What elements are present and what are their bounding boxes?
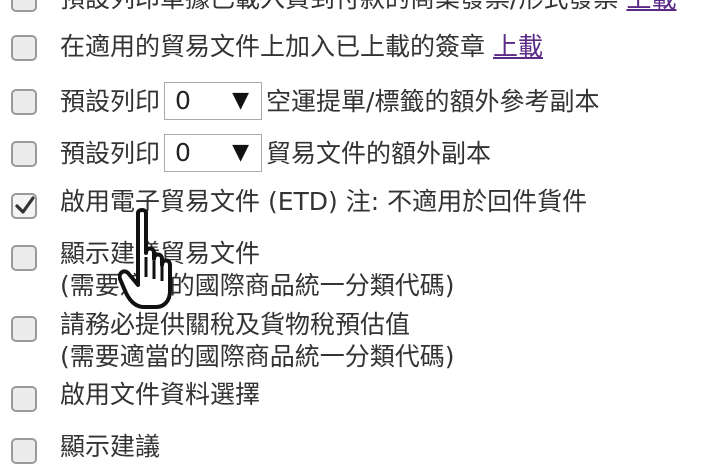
doc-data-selection-label: 啟用文件資料選擇 [60, 380, 261, 409]
trade-doc-copies-checkbox[interactable] [11, 141, 37, 167]
trade-doc-copies-select[interactable]: 0 ▼ [164, 134, 263, 172]
show-suggestions-checkbox[interactable] [11, 438, 37, 464]
airwaybill-copies-value: 0 [175, 86, 191, 115]
airwaybill-copies-select[interactable]: 0 ▼ [164, 82, 263, 120]
airwaybill-copies-checkbox[interactable] [11, 89, 37, 115]
suggest-trade-docs-checkbox[interactable] [11, 245, 37, 271]
duty-estimate-checkbox[interactable] [11, 316, 37, 342]
etd-checkbox[interactable] [11, 193, 37, 219]
signature-checkbox[interactable] [11, 35, 37, 61]
checkmark-icon [15, 196, 35, 214]
trade-doc-copies-label: 預設列印 0 ▼ 貿易文件的額外副本 [60, 134, 491, 174]
upload-invoice-checkbox[interactable] [11, 0, 37, 12]
upload-invoice-link[interactable]: 上載 [626, 0, 676, 13]
signature-upload-link[interactable]: 上載 [493, 32, 543, 61]
doc-data-selection-checkbox[interactable] [11, 386, 37, 412]
trade-doc-copies-value: 0 [175, 138, 191, 167]
hand-pointer-icon [118, 208, 172, 309]
chevron-down-icon: ▼ [232, 88, 250, 113]
chevron-down-icon: ▼ [232, 140, 250, 165]
airwaybill-copies-label: 預設列印 0 ▼ 空運提單/標籤的額外參考副本 [60, 82, 599, 122]
duty-estimate-line2: (需要適當的國際商品統一分類代碼) [60, 342, 455, 371]
signature-label: 在適用的貿易文件上加入已上載的簽章 上載 [60, 32, 544, 61]
duty-estimate-line1: 請務必提供關稅及貨物稅預估值 [60, 310, 411, 339]
show-suggestions-label: 顯示建議 [60, 432, 161, 461]
upload-invoice-label: 預設列印單據已載入貨到付款的商業發票/形式發票上載 [60, 0, 676, 16]
